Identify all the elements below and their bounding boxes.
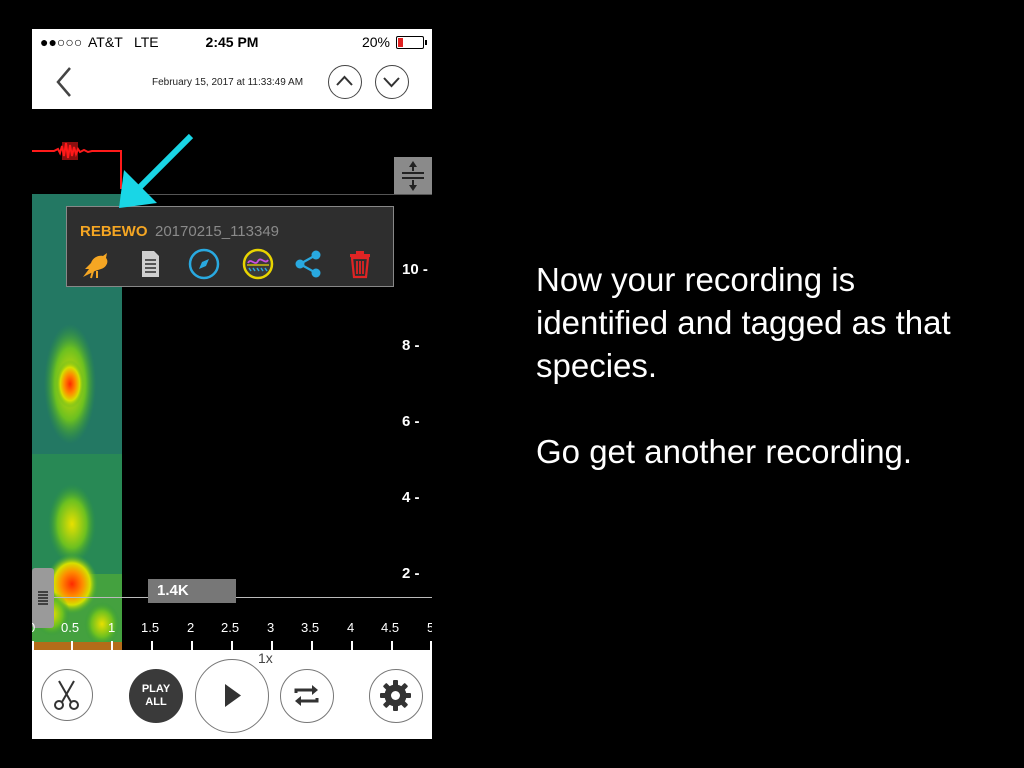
playback-speed[interactable]: 1x [258,650,273,666]
x-tick-label: 2 [187,620,195,635]
slide-annotation: Now your recording is identified and tag… [536,258,976,516]
compass-icon[interactable] [187,247,221,281]
battery-fill [398,38,403,47]
x-tick-label: 1 [108,620,116,635]
resize-vertical-icon [402,161,424,191]
bird-icon[interactable] [79,247,113,281]
y-tick-label: 10 - [402,261,428,278]
loop-button[interactable] [280,669,334,723]
play-all-label-line2: ALL [145,696,167,708]
x-tick-mark [231,641,233,650]
y-tick-label: 4 - [402,489,420,506]
waveform-overview[interactable] [32,129,152,189]
share-icon[interactable] [291,247,325,281]
x-tick-label: 2.5 [221,620,240,635]
x-tick-mark [430,641,432,650]
recording-date: February 15, 2017 at 11:33:49 AM [152,77,304,88]
spectrogram-icon[interactable] [241,247,275,281]
x-tick-mark [351,641,353,650]
playback-toolbar: PLAY ALL [32,650,432,739]
next-button[interactable] [375,65,409,99]
settings-button[interactable] [369,669,423,723]
x-tick-label: 4.5 [381,620,400,635]
trim-button[interactable] [41,669,93,721]
y-tick-label: 6 - [402,413,420,430]
previous-button[interactable] [328,65,362,99]
x-tick-mark [191,641,193,650]
y-tick-label: 8 - [402,337,420,354]
annotation-line-2: Go get another recording. [536,433,913,470]
x-tick-mark [271,641,273,650]
x-tick-label: 0.5 [61,620,80,635]
x-tick-label: 3 [267,620,275,635]
recording-filename: 20170215_113349 [155,223,280,240]
frequency-drag-handle[interactable] [32,568,54,628]
play-all-label-line1: PLAY [141,683,171,695]
scissors-icon [54,680,79,710]
x-tick-label: 5 [427,620,432,635]
grip-icon [38,591,48,605]
x-tick-label: 3.5 [301,620,320,635]
document-icon[interactable] [133,247,167,281]
nav-bar: February 15, 2017 at 11:33:49 AM [32,55,432,109]
recording-tag-popup: REBEWO 20170215_113349 [66,206,394,287]
x-tick-label: 4 [347,620,355,635]
chevron-down-icon [383,77,400,88]
gear-icon [380,680,411,711]
x-tick-mark [151,641,153,650]
annotation-line-1: Now your recording is identified and tag… [536,261,951,384]
x-tick-label: 1.5 [141,620,160,635]
y-tick-label: 2 - [402,565,420,582]
x-tick-mark [32,641,34,650]
x-tick-mark [71,641,73,650]
play-icon [225,684,241,707]
chevron-up-icon [336,75,353,86]
phone-screen: ●●○○○ AT&T LTE 2:45 PM 20% February 15, … [32,29,432,739]
battery-icon [396,36,427,49]
x-tick-mark [111,641,113,650]
x-tick-mark [311,641,313,650]
x-tick-mark [391,641,393,650]
play-button[interactable] [195,659,269,733]
expand-view-button[interactable] [394,157,432,195]
status-bar: ●●○○○ AT&T LTE 2:45 PM 20% [32,29,432,55]
repeat-icon [294,685,319,706]
chevron-left-icon[interactable] [52,65,78,99]
x-tick-label: 0 [32,620,35,635]
battery-percent: 20% [361,34,390,50]
trash-icon[interactable] [343,247,377,281]
frequency-marker[interactable]: 1.4K [148,579,236,603]
play-all-button[interactable]: PLAY ALL [129,669,183,723]
species-code[interactable]: REBEWO [80,223,148,240]
